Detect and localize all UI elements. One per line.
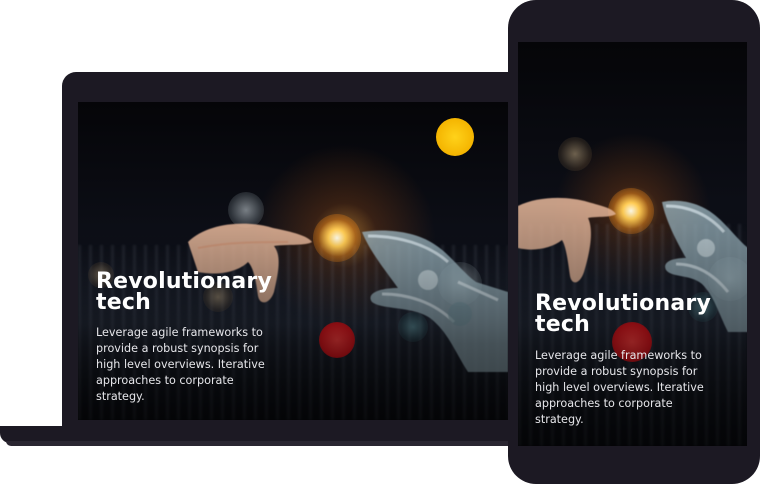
hero-description: Leverage agile frameworks to provide a r… xyxy=(96,326,265,403)
laptop-base-edge xyxy=(6,441,522,446)
hero-title: Revolutionary tech xyxy=(535,291,711,337)
laptop-screen: Revolutionary tech Leverage agile framew… xyxy=(78,102,508,420)
hero-description: Leverage agile frameworks to provide a r… xyxy=(535,349,704,426)
bokeh-warm xyxy=(558,137,592,171)
phone-screen: Revolutionary tech Leverage agile framew… xyxy=(518,42,747,446)
hero-title: Revolutionary tech xyxy=(96,269,272,315)
bokeh-yellow xyxy=(436,118,474,156)
